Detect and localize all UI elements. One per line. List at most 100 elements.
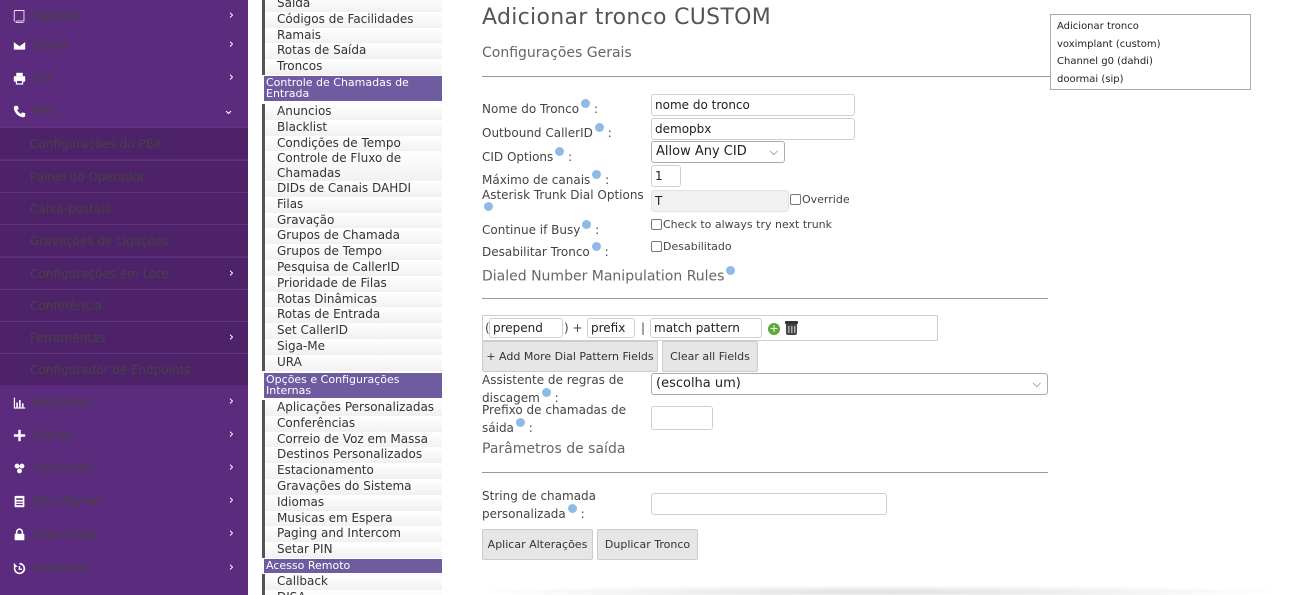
sidebar-item-extras[interactable]: Extras › bbox=[0, 419, 248, 451]
right-nav-link[interactable]: doormai (sip) bbox=[1057, 71, 1244, 89]
help-icon[interactable] bbox=[484, 202, 493, 211]
sidebar-item-fax[interactable]: Fax › bbox=[0, 62, 248, 94]
help-icon[interactable] bbox=[592, 170, 602, 179]
module-link[interactable]: Setar PIN bbox=[262, 542, 442, 559]
module-link[interactable]: Troncos bbox=[262, 59, 442, 76]
help-icon[interactable] bbox=[594, 123, 604, 132]
custom-dial-input[interactable] bbox=[651, 493, 887, 515]
module-link[interactable]: Códigos de Facilidades bbox=[262, 11, 442, 28]
duplicate-trunk-button[interactable]: Duplicar Tronco bbox=[597, 529, 698, 560]
sidebar-item-painel-do-operador[interactable]: Painel do Operador bbox=[0, 160, 248, 192]
sidebar-item-historico[interactable]: Histórico › bbox=[0, 552, 248, 584]
module-link[interactable]: Gravação bbox=[262, 212, 442, 229]
checkbox-box[interactable] bbox=[790, 194, 801, 205]
prefix-input[interactable]: prefix bbox=[587, 318, 635, 338]
sidebar-item-relatorios[interactable]: Relatórios › bbox=[0, 386, 248, 418]
sidebar-item-caixa-postais[interactable]: Caixa-postais bbox=[0, 192, 248, 224]
clear-fields-button[interactable]: Clear all Fields bbox=[662, 341, 758, 372]
sidebar-item-configuracoes-em-lote[interactable]: Configurações em Lote › bbox=[0, 257, 248, 289]
add-pattern-icon[interactable]: + bbox=[768, 323, 780, 335]
module-link[interactable]: Ramais bbox=[262, 27, 442, 44]
continue-busy-label: Continue if Busy : bbox=[482, 220, 599, 237]
checkbox-box[interactable] bbox=[651, 219, 662, 230]
sidebar-item-label: Agenda bbox=[33, 9, 79, 23]
sidebar-item-adicionais[interactable]: Adicionais › bbox=[0, 452, 248, 484]
module-link[interactable]: Rotas de Entrada bbox=[262, 307, 442, 324]
sidebar-item-conferencia[interactable]: Conferência bbox=[0, 289, 248, 321]
section-divider bbox=[482, 76, 1052, 77]
help-icon[interactable] bbox=[555, 147, 565, 156]
prepend-input[interactable]: prepend bbox=[489, 318, 563, 338]
chevron-right-icon: › bbox=[228, 8, 234, 23]
module-link[interactable]: Idiomas bbox=[262, 494, 442, 511]
add-more-pattern-button[interactable]: + Add More Dial Pattern Fields bbox=[482, 341, 658, 372]
module-link[interactable]: Gravações do Sistema bbox=[262, 479, 442, 495]
module-link[interactable]: Set CallerID bbox=[262, 323, 442, 340]
continue-busy-checkbox[interactable]: Check to always try next trunk bbox=[651, 218, 832, 231]
disable-trunk-checkbox[interactable]: Desabilitado bbox=[651, 240, 732, 253]
help-icon[interactable] bbox=[567, 504, 577, 513]
sidebar-item-ferramentas[interactable]: Ferramentas › bbox=[0, 321, 248, 353]
module-link[interactable]: URA bbox=[262, 354, 442, 371]
sidebar-item-configurador-de-endpoints[interactable]: Configurador de Endpoints bbox=[0, 353, 248, 385]
module-link[interactable]: Pesquisa de CallerID bbox=[262, 259, 442, 276]
right-nav-link[interactable]: voximplant (custom) bbox=[1057, 36, 1244, 54]
module-link[interactable]: Blacklist bbox=[262, 119, 442, 136]
module-link[interactable]: Destinos Personalizados bbox=[262, 447, 442, 464]
module-link[interactable]: Conferências bbox=[262, 415, 442, 432]
module-link[interactable]: Condições de Tempo bbox=[262, 135, 442, 152]
help-icon[interactable] bbox=[515, 418, 525, 427]
module-link[interactable]: Estacionamento bbox=[262, 463, 442, 480]
module-link[interactable]: Correio de Voz em Massa bbox=[262, 431, 442, 448]
sidebar-item-label: Painel do Operador bbox=[30, 169, 145, 184]
module-link[interactable]: Paging and Intercom bbox=[262, 526, 442, 543]
sidebar-item-label: Histórico bbox=[33, 561, 86, 575]
module-link[interactable]: DIDs de Canais DAHDI bbox=[262, 180, 442, 197]
sidebar-item-seguranca[interactable]: Segurança › bbox=[0, 518, 248, 550]
sidebar-item-meu-ramal[interactable]: Meu Ramal › bbox=[0, 485, 248, 517]
sidebar-item-gravacoes-de-ligacoes[interactable]: Gravações de Ligações bbox=[0, 224, 248, 256]
module-link[interactable]: Rotas Dinâmicas bbox=[262, 291, 442, 308]
module-link[interactable]: Filas bbox=[262, 196, 442, 213]
bottom-shadow bbox=[460, 585, 1299, 595]
module-link[interactable]: Grupos de Tempo bbox=[262, 244, 442, 261]
module-link[interactable]: Callback bbox=[262, 574, 442, 590]
module-link[interactable]: Aplicações Personalizadas bbox=[262, 400, 442, 416]
override-checkbox[interactable]: Override bbox=[790, 193, 850, 206]
module-link[interactable]: Siga-Me bbox=[262, 338, 442, 355]
module-link[interactable]: DISA bbox=[262, 589, 442, 595]
outbound-prefix-input[interactable] bbox=[651, 406, 713, 430]
help-icon[interactable] bbox=[591, 242, 601, 251]
dial-options-input[interactable]: T bbox=[651, 190, 789, 212]
module-link[interactable]: Grupos de Chamada bbox=[262, 228, 442, 245]
module-link[interactable]: Anuncios bbox=[262, 104, 442, 120]
sidebar-item-pbx[interactable]: PBX ⌄ bbox=[0, 95, 248, 127]
help-icon[interactable] bbox=[541, 388, 551, 397]
help-icon[interactable] bbox=[581, 99, 591, 108]
help-icon[interactable] bbox=[726, 266, 736, 275]
contact-card-icon bbox=[10, 495, 28, 508]
help-icon[interactable] bbox=[582, 220, 592, 229]
checkbox-box[interactable] bbox=[651, 241, 662, 252]
dial-wizard-select[interactable]: (escolha um) ⌵ bbox=[651, 373, 1048, 395]
module-group-header: Opções e Configurações Internas bbox=[264, 373, 442, 398]
right-nav-link[interactable]: Channel g0 (dahdi) bbox=[1057, 53, 1244, 71]
sidebar-item-configuracoes-do-pbx[interactable]: Configurações do PBX bbox=[0, 127, 248, 159]
sidebar-item-email[interactable]: Email › bbox=[0, 29, 248, 61]
cid-options-select[interactable]: Allow Any CID ⌵ bbox=[651, 141, 785, 163]
max-channels-input[interactable]: 1 bbox=[651, 165, 681, 187]
match-pattern-input[interactable]: match pattern bbox=[650, 318, 762, 338]
trash-icon[interactable] bbox=[785, 320, 798, 336]
right-nav-link[interactable]: Adicionar tronco bbox=[1057, 18, 1244, 36]
module-link[interactable]: Musicas em Espera bbox=[262, 510, 442, 527]
module-link[interactable]: Prioridade de Filas bbox=[262, 275, 442, 292]
sidebar-item-agenda[interactable]: Agenda › bbox=[0, 0, 248, 32]
module-link[interactable]: Rotas de Saída bbox=[262, 43, 442, 60]
apply-changes-button[interactable]: Aplicar Alterações bbox=[482, 529, 593, 560]
outbound-callerid-input[interactable]: demopbx bbox=[651, 118, 855, 140]
trunk-name-input[interactable]: nome do tronco bbox=[651, 94, 855, 116]
sidebar: Agenda › Email › Fax › PBX ⌄ Configurações do PB… bbox=[0, 0, 248, 595]
module-link[interactable]: Saída bbox=[262, 0, 442, 12]
module-link[interactable]: Controle de Fluxo de Chamadas bbox=[262, 151, 442, 182]
trunk-right-nav: Adicionar tronco voximplant (custom) Chann… bbox=[1050, 14, 1251, 90]
